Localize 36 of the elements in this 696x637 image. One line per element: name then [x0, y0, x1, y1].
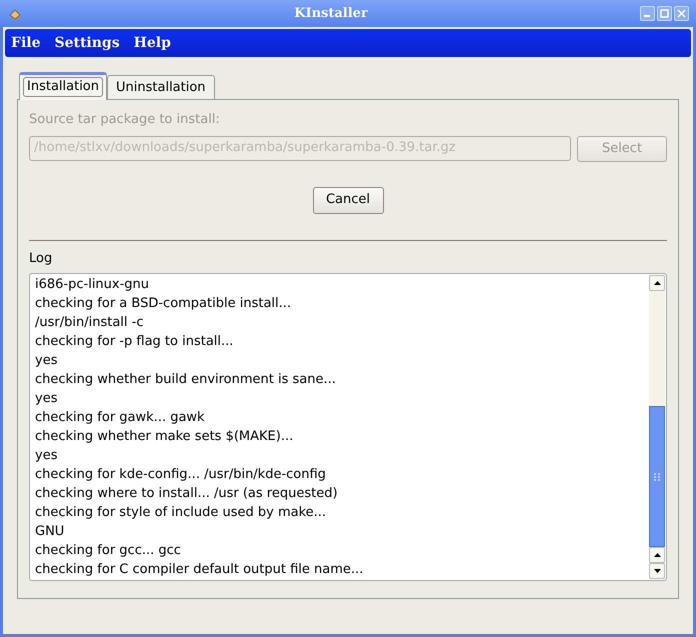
log-line: checking for kde-config... /usr/bin/kde-config	[35, 466, 327, 484]
minimize-button[interactable]	[640, 6, 655, 21]
log-line: /usr/bin/install -c	[35, 314, 144, 332]
log-line: GNU	[35, 523, 66, 541]
log-line: checking for gawk... gawk	[35, 409, 206, 427]
source-label: Source tar package to install:	[29, 111, 221, 129]
maximize-icon	[660, 9, 669, 18]
scroll-up-icon[interactable]	[649, 275, 665, 291]
log-line: checking for C compiler default output file name...	[35, 561, 364, 579]
cancel-button[interactable]: Cancel	[312, 186, 384, 214]
log-line: checking for a BSD-compatible install...	[35, 295, 292, 313]
app-icon	[8, 6, 22, 20]
log-line: checking for gcc... gcc	[35, 542, 182, 560]
window-title: KInstaller	[293, 4, 369, 23]
log-line: i686-pc-linux-gnu	[35, 276, 150, 294]
menu-item[interactable]: Help	[134, 32, 171, 54]
log-label: Log	[29, 250, 54, 268]
close-icon	[677, 9, 686, 18]
log-line: yes	[35, 352, 58, 370]
log-line: yes	[35, 447, 58, 465]
scrollbar[interactable]	[649, 275, 665, 579]
menu-item[interactable]: Settings	[54, 32, 120, 54]
scroll-up-icon[interactable]	[649, 547, 665, 563]
menu-item[interactable]: File	[11, 32, 40, 54]
maximize-button[interactable]	[657, 6, 672, 21]
tab[interactable]: Uninstallation	[107, 75, 215, 99]
log-line: checking for -p flag to install...	[35, 333, 234, 351]
tab[interactable]: Installation	[19, 72, 108, 100]
log-line: yes	[35, 390, 58, 408]
scroll-thumb[interactable]	[649, 406, 665, 547]
log-line: checking whether build environment is sane...	[35, 371, 337, 389]
log-line: checking where to install... /usr (as requested)	[35, 485, 339, 503]
close-button[interactable]	[674, 6, 689, 21]
log-line: checking whether make sets $(MAKE)...	[35, 428, 294, 446]
log-line: checking for style of include used by make...	[35, 504, 328, 522]
scroll-down-icon[interactable]	[649, 563, 665, 579]
